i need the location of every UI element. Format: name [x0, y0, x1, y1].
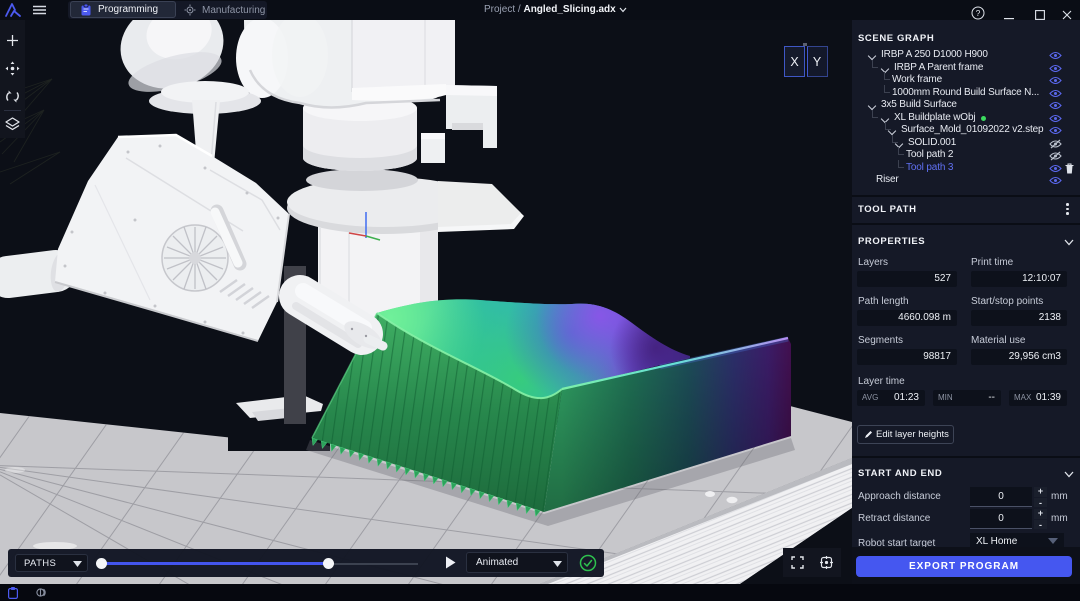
- svg-text:?: ?: [976, 8, 981, 18]
